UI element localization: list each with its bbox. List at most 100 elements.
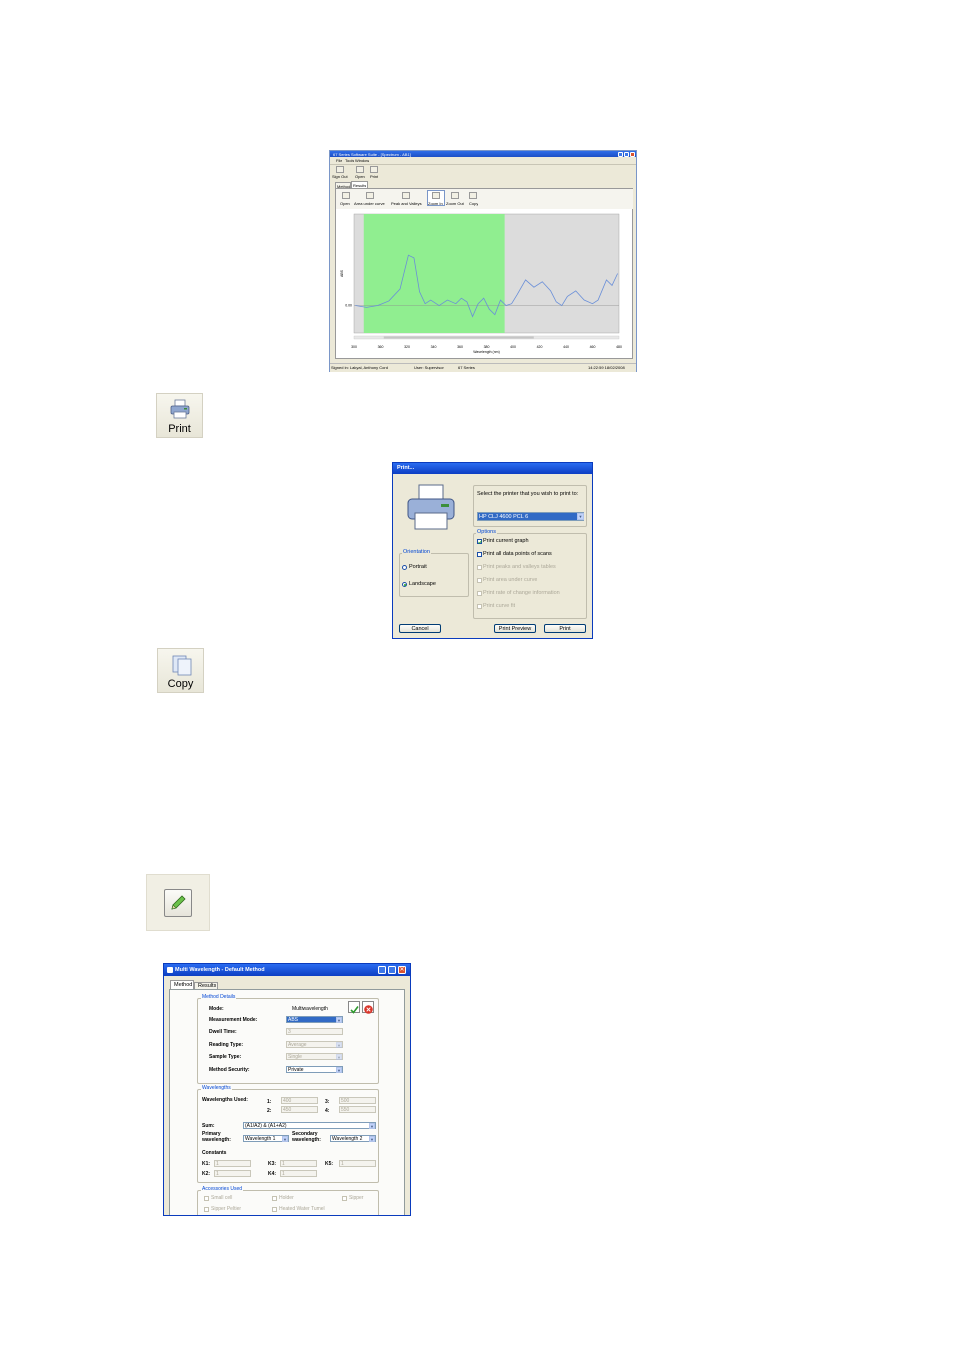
sum-select[interactable]: (A1/A2) & (A1+A2) (243, 1122, 376, 1129)
sample-type-select[interactable]: Single (286, 1053, 343, 1060)
chevron-down-icon[interactable]: ▼ (336, 1016, 342, 1023)
x-tick-label: 340 (431, 345, 437, 349)
peaks-valleys-icon[interactable] (402, 192, 410, 199)
status-role: User: Supervisor (414, 365, 444, 370)
chevron-down-icon[interactable]: ▼ (336, 1053, 342, 1060)
close-icon[interactable]: ✕ (398, 966, 406, 974)
chevron-down-icon[interactable]: ▼ (282, 1135, 288, 1142)
close-button[interactable] (630, 151, 635, 157)
x-tick-label: 320 (404, 345, 410, 349)
results-toolbar (336, 189, 633, 209)
w1-label: 1: (267, 1099, 272, 1105)
sipper-peltier-checkbox[interactable] (204, 1207, 209, 1212)
copy-button-label: Copy (167, 678, 194, 690)
results-open-label: Open (340, 201, 350, 206)
sipper-checkbox[interactable] (342, 1196, 347, 1201)
heated-water-checkbox[interactable] (272, 1207, 277, 1212)
minimize-button[interactable] (618, 151, 623, 157)
cancel-icon (364, 1005, 373, 1014)
tab-results[interactable]: Results (351, 181, 368, 188)
y-tick-label: 0.00 (345, 304, 352, 308)
maximize-button[interactable] (388, 966, 396, 974)
method-security-select[interactable]: Private (286, 1066, 343, 1073)
holder-checkbox[interactable] (272, 1196, 277, 1201)
wavelength-1-input[interactable]: 400 (281, 1097, 318, 1104)
print-option-checkbox[interactable] (477, 565, 482, 570)
wavelength-4-input[interactable]: 550 (339, 1106, 376, 1113)
dwell-time-input[interactable]: 3 (286, 1028, 343, 1035)
print-button[interactable]: Print (156, 393, 203, 438)
area-under-curve-icon[interactable] (366, 192, 374, 199)
print-option-checkbox[interactable] (477, 552, 482, 557)
print-option-checkbox[interactable] (477, 539, 483, 545)
spectrum-window-titlebar: 67 Series Software Suite - [Spectrum - A… (330, 151, 636, 157)
copy-button[interactable]: Copy (157, 648, 204, 693)
print-dialog-titlebar: Print... (393, 463, 592, 474)
print-option-checkbox[interactable] (477, 578, 482, 583)
accessories-label: Accessories Used (201, 1186, 244, 1192)
k4-input[interactable]: 1 (280, 1170, 317, 1177)
method-security-label: Method Security: (209, 1067, 250, 1073)
method-details-label: Method Details (201, 994, 237, 1000)
orientation-group (399, 553, 469, 597)
portrait-radio[interactable] (402, 565, 407, 570)
k3-input[interactable]: 1 (280, 1160, 317, 1167)
wavelength-2-input[interactable]: 450 (281, 1106, 318, 1113)
mode-label: Mode: (209, 1006, 224, 1012)
open-folder-icon[interactable] (356, 166, 364, 173)
landscape-radio[interactable] (402, 582, 407, 587)
reading-type-select[interactable]: Average (286, 1041, 343, 1048)
zoom-in-icon (432, 192, 440, 199)
printer-icon[interactable] (370, 166, 378, 173)
menu-window[interactable]: Window (355, 158, 369, 163)
chevron-down-icon[interactable]: ▼ (369, 1135, 375, 1142)
spectrum-window: 67 Series Software Suite - [Spectrum - A… (329, 150, 637, 372)
w2-label: 2: (267, 1108, 272, 1114)
open-icon[interactable] (342, 192, 350, 199)
multi-window-title: Multi Wavelength - Default Method (175, 966, 265, 973)
small-cell-checkbox[interactable] (204, 1196, 209, 1201)
measurement-mode-select[interactable]: ABS (286, 1016, 343, 1023)
edit-method-button[interactable] (146, 874, 210, 931)
maximize-button[interactable] (624, 151, 629, 157)
chevron-down-icon[interactable]: ▼ (336, 1041, 342, 1048)
menu-file[interactable]: File (336, 158, 342, 163)
x-axis-label: Wavelength (nm) (473, 350, 500, 354)
chevron-down-icon[interactable]: ▼ (577, 513, 584, 520)
spectrum-chart: ABS 0.00 300 360 320 340 360 380 400 420 440 460 480… (340, 213, 622, 354)
print-button-label: Print (168, 423, 191, 435)
print-option-checkbox[interactable] (477, 604, 482, 609)
wavelength-3-input[interactable]: 500 (339, 1097, 376, 1104)
k2-input[interactable]: 1 (214, 1170, 251, 1177)
x-tick-label: 460 (590, 345, 596, 349)
menu-tools[interactable]: Tools (345, 158, 354, 163)
multi-wavelength-window: Multi Wavelength - Default Method ✕ Meth… (163, 963, 411, 1216)
reading-type-label: Reading Type: (209, 1042, 244, 1048)
copy-icon[interactable] (469, 192, 477, 199)
portrait-label: Portrait (409, 564, 427, 570)
accept-button[interactable] (348, 1001, 360, 1014)
cancel-button[interactable] (362, 1001, 374, 1014)
x-tick-label: 360 (457, 345, 463, 349)
print-option-checkbox[interactable] (477, 591, 482, 596)
cancel-button[interactable]: Cancel (399, 624, 441, 633)
printer-select[interactable]: HP CLJ 4600 PCL 6 (477, 512, 584, 521)
k5-input[interactable]: 1 (339, 1160, 376, 1167)
k1-input[interactable]: 1 (214, 1160, 251, 1167)
wavelengths-used-label: Wavelengths Used: (202, 1097, 248, 1103)
constants-label: Constants (202, 1150, 227, 1156)
tab-method[interactable]: Method (170, 980, 194, 989)
zoom-out-icon[interactable] (451, 192, 459, 199)
large-printer-icon (407, 484, 455, 530)
chevron-down-icon[interactable]: ▼ (369, 1122, 375, 1129)
minimize-button[interactable] (378, 966, 386, 974)
print-confirm-button[interactable]: Print (544, 624, 586, 633)
tab-results[interactable]: Results (194, 982, 218, 989)
print-preview-button[interactable]: Print Preview (494, 624, 536, 633)
chevron-down-icon[interactable]: ▼ (336, 1066, 342, 1073)
k3-label: K3: (268, 1161, 277, 1167)
print-option-label: Print peaks and valleys tables (483, 564, 556, 570)
w4-label: 4: (325, 1108, 330, 1114)
print-option-label: Print current graph (483, 538, 529, 544)
sign-out-icon[interactable] (336, 166, 344, 173)
